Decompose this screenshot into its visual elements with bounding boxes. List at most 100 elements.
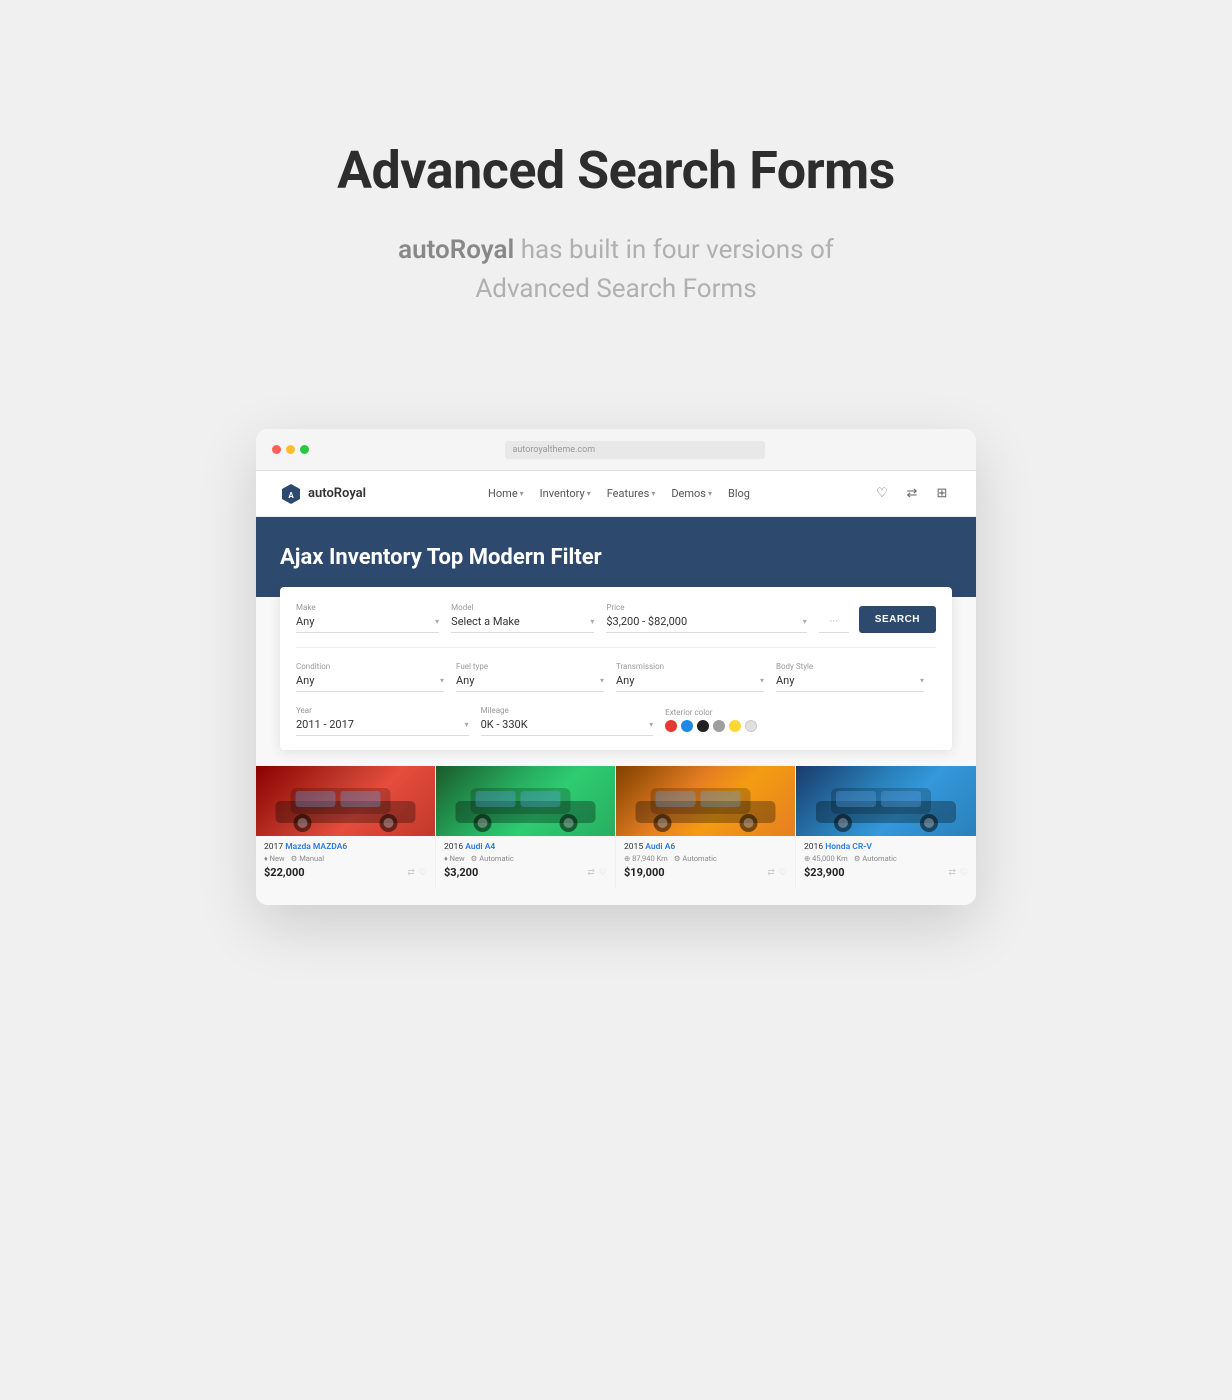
search-button[interactable]: SEARCH	[859, 606, 936, 633]
wishlist-icon[interactable]: ♡	[419, 868, 427, 878]
price-value: $3,200 - $82,000	[606, 615, 687, 628]
car-price-row: $19,000 ⇄ ♡	[624, 866, 787, 879]
make-label: Make	[296, 603, 439, 612]
car-grid: 2017 Mazda MAZDA6 ♦ New ⚙ Manual $22,000…	[256, 766, 976, 889]
mileage-label: Mileage	[481, 706, 654, 715]
car-meta: ♦ New ⚙ Manual	[264, 854, 427, 863]
model-label: Model	[451, 603, 594, 612]
price-filter: Price $3,200 - $82,000 ▾	[606, 603, 818, 633]
fuel-value: Any	[456, 674, 474, 687]
navbar-actions: ♡ ⇄ ⊞	[872, 484, 952, 504]
mileage-meta: ⊕ 45,000 Km	[804, 854, 848, 863]
transmission-meta: ⚙ Automatic	[674, 854, 717, 863]
transmission-meta: ⚙ Automatic	[471, 854, 514, 863]
exterior-color-label: Exterior color	[665, 708, 924, 717]
search-row-1: Make Any ▾ Model Select a Make ▾ Price	[296, 603, 936, 633]
car-make-link[interactable]: Audi A6	[645, 842, 675, 852]
chevron-down-icon: ▾	[651, 489, 655, 498]
condition-select[interactable]: Any ▾	[296, 674, 444, 692]
car-price-row: $3,200 ⇄ ♡	[444, 866, 607, 879]
chevron-down-icon: ▾	[649, 720, 653, 729]
car-year-model: 2016 Honda CR-V	[804, 842, 968, 852]
car-illustration	[256, 766, 435, 836]
chevron-down-icon: ▾	[520, 489, 524, 498]
price-label: Price	[606, 603, 806, 612]
color-swatch-yellow[interactable]	[729, 720, 741, 732]
compare-icon[interactable]: ⇄	[587, 868, 595, 878]
compare-icon[interactable]: ⇄	[902, 484, 922, 504]
car-info: 2015 Audi A6 ⊕ 87,940 Km ⚙ Automatic $19…	[616, 836, 795, 879]
chevron-down-icon: ▾	[708, 489, 712, 498]
color-swatch-blue[interactable]	[681, 720, 693, 732]
color-swatch-black[interactable]	[697, 720, 709, 732]
car-make-link[interactable]: Mazda MAZDA6	[285, 842, 347, 852]
body-select[interactable]: Any ▾	[776, 674, 924, 692]
car-image	[616, 766, 795, 836]
chevron-down-icon: ▾	[600, 676, 604, 685]
transmission-select[interactable]: Any ▾	[616, 674, 764, 692]
car-actions: ⇄ ♡	[948, 868, 968, 878]
car-image	[436, 766, 615, 836]
mileage-select[interactable]: 0K - 330K ▾	[481, 718, 654, 736]
year-select[interactable]: 2011 - 2017 ▾	[296, 718, 469, 736]
chevron-down-icon: ▾	[590, 617, 594, 626]
body-style-filter: Body Style Any ▾	[776, 662, 936, 692]
car-make-link[interactable]: Honda CR-V	[825, 842, 872, 852]
svg-text:A: A	[288, 491, 294, 500]
chevron-down-icon: ▾	[440, 676, 444, 685]
chevron-down-icon: ▾	[587, 489, 591, 498]
model-select[interactable]: Select a Make ▾	[451, 615, 594, 633]
fuel-label: Fuel type	[456, 662, 604, 671]
car-actions: ⇄ ♡	[407, 868, 427, 878]
wishlist-icon[interactable]: ♡	[872, 484, 892, 504]
car-price-row: $22,000 ⇄ ♡	[264, 866, 427, 879]
color-swatch-lightgray[interactable]	[745, 720, 757, 732]
nav-blog[interactable]: Blog	[728, 487, 750, 500]
transmission-filter: Transmission Any ▾	[616, 662, 776, 692]
compare-icon[interactable]: ⇄	[767, 868, 775, 878]
transmission-meta: ⚙ Manual	[291, 854, 324, 863]
browser-mockup: autoroyaltheme.com A autoRoyal Home ▾ In…	[256, 429, 976, 905]
color-swatch-gray[interactable]	[713, 720, 725, 732]
nav-inventory[interactable]: Inventory ▾	[540, 487, 591, 500]
price-select[interactable]: $3,200 - $82,000 ▾	[606, 615, 806, 633]
color-swatch-red[interactable]	[665, 720, 677, 732]
car-illustration	[796, 766, 976, 836]
chevron-down-icon: ▾	[760, 676, 764, 685]
car-actions: ⇄ ♡	[587, 868, 607, 878]
wishlist-icon[interactable]: ♡	[599, 868, 607, 878]
car-price: $22,000	[264, 866, 305, 879]
car-card: 2017 Mazda MAZDA6 ♦ New ⚙ Manual $22,000…	[256, 766, 436, 889]
condition-value: Any	[296, 674, 314, 687]
mileage-meta: ⊕ 87,940 Km	[624, 854, 668, 863]
browser-minimize-dot	[286, 445, 295, 454]
wishlist-icon[interactable]: ♡	[779, 868, 787, 878]
make-value: Any	[296, 615, 314, 628]
car-meta: ⊕ 45,000 Km ⚙ Automatic	[804, 854, 968, 863]
nav-home[interactable]: Home ▾	[488, 487, 524, 500]
car-card: 2016 Audi A4 ♦ New ⚙ Automatic $3,200 ⇄ …	[436, 766, 616, 889]
car-actions: ⇄ ♡	[767, 868, 787, 878]
browser-maximize-dot	[300, 445, 309, 454]
nav-demos[interactable]: Demos ▾	[671, 487, 712, 500]
nav-features[interactable]: Features ▾	[607, 487, 656, 500]
fuel-select[interactable]: Any ▾	[456, 674, 604, 692]
car-make-link[interactable]: Audi A4	[465, 842, 495, 852]
search-button-wrapper: SEARCH	[849, 606, 936, 633]
login-icon[interactable]: ⊞	[932, 484, 952, 504]
fuel-filter: Fuel type Any ▾	[456, 662, 616, 692]
mileage-value: 0K - 330K	[481, 718, 528, 731]
compare-icon[interactable]: ⇄	[407, 868, 415, 878]
navbar-nav: Home ▾ Inventory ▾ Features ▾ Demos ▾ Bl…	[488, 487, 750, 500]
more-options-dots[interactable]: ···	[819, 615, 849, 633]
compare-icon[interactable]: ⇄	[948, 868, 956, 878]
wishlist-icon[interactable]: ♡	[960, 868, 968, 878]
car-price-row: $23,900 ⇄ ♡	[804, 866, 968, 879]
page-title: Advanced Search Forms	[337, 140, 895, 201]
browser-chrome: autoroyaltheme.com	[256, 429, 976, 471]
make-select[interactable]: Any ▾	[296, 615, 439, 633]
search-row-2: Condition Any ▾ Fuel type Any ▾ Transmis…	[296, 662, 936, 692]
hero-section: Advanced Search Forms autoRoyal has buil…	[0, 0, 1232, 369]
car-info: 2017 Mazda MAZDA6 ♦ New ⚙ Manual $22,000…	[256, 836, 435, 879]
model-filter: Model Select a Make ▾	[451, 603, 606, 633]
